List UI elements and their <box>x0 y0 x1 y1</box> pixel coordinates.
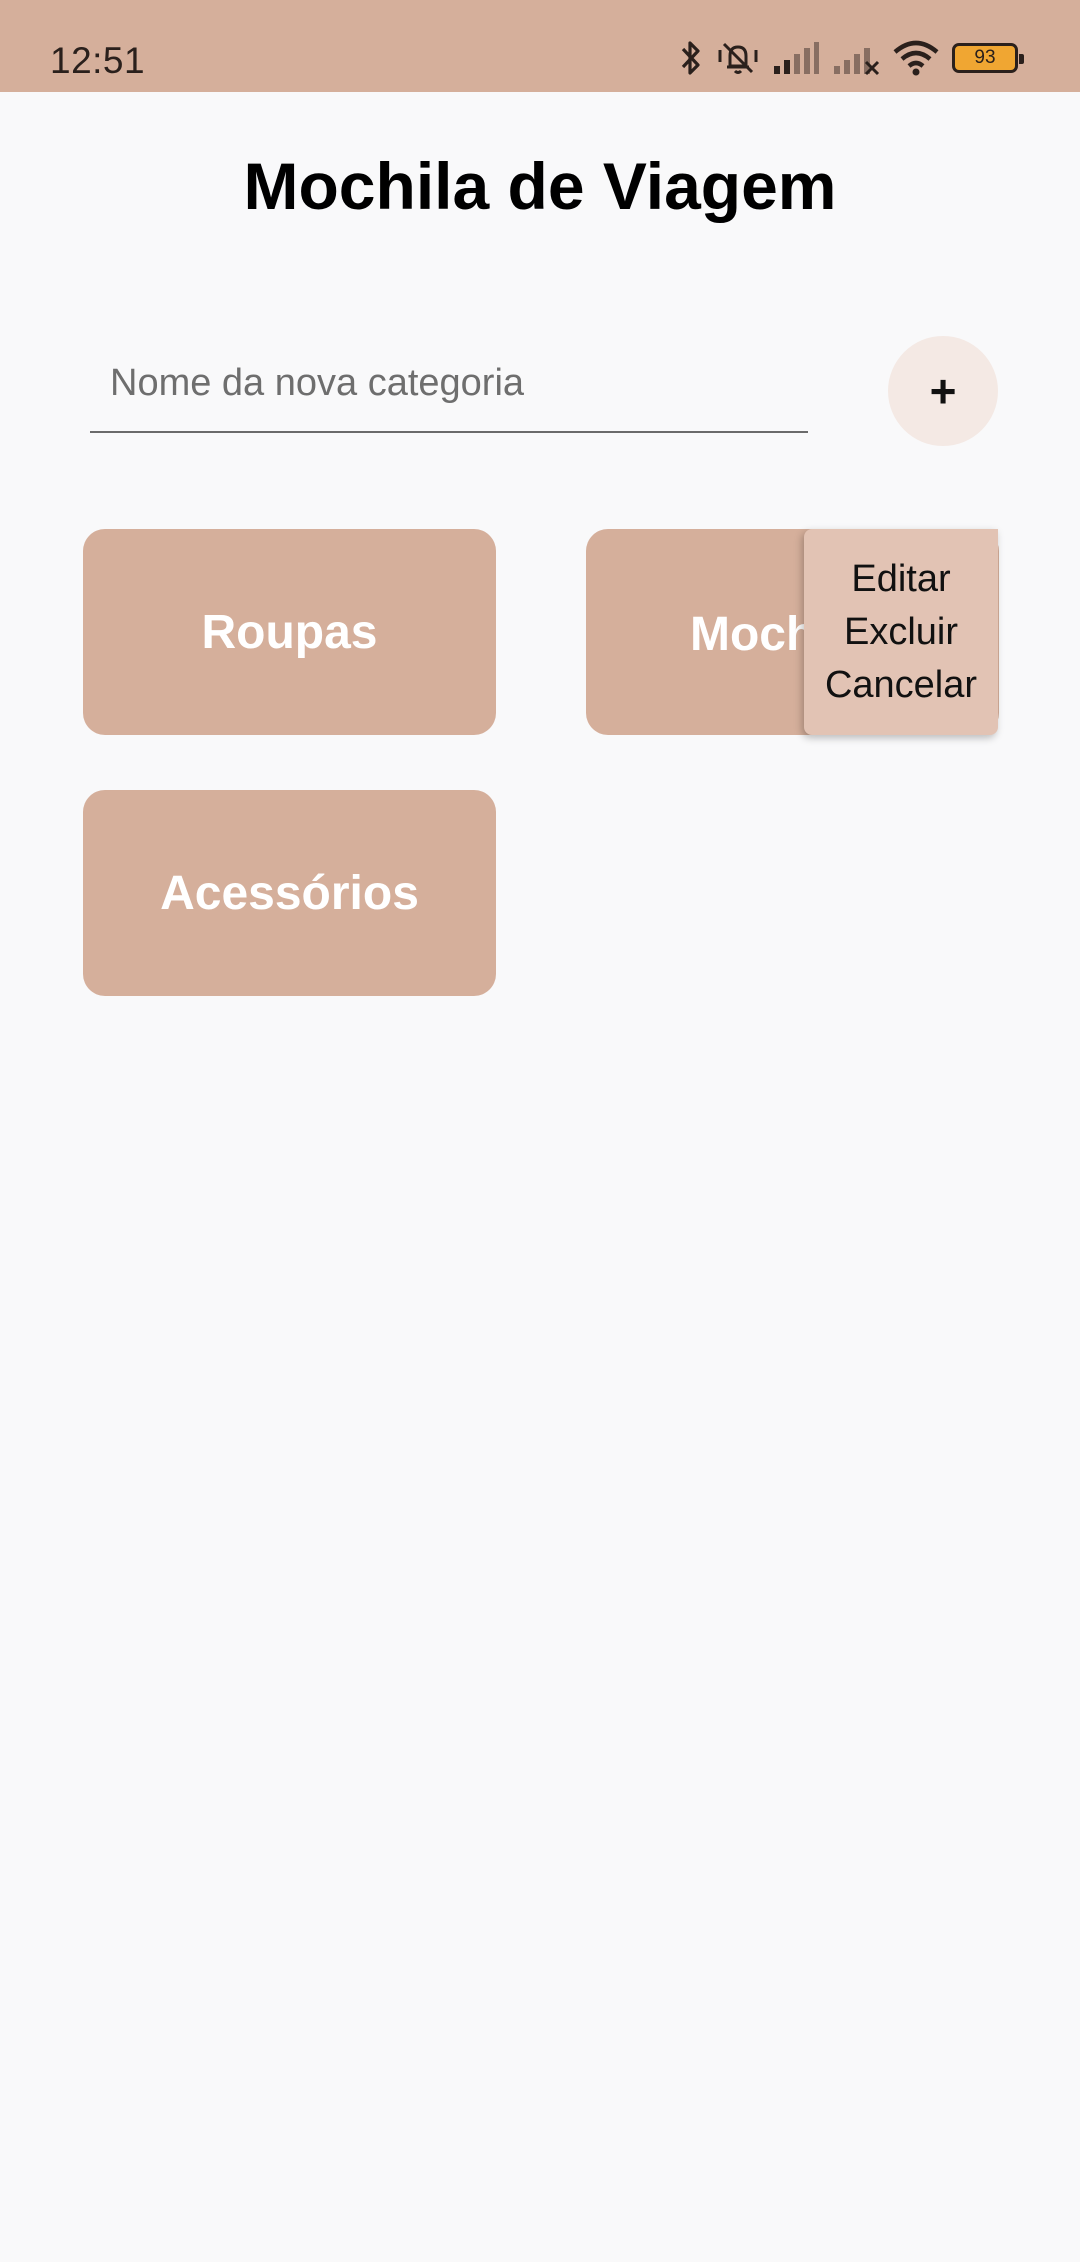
new-category-field <box>90 348 808 433</box>
status-bar: 12:51 93 <box>0 0 1080 92</box>
context-menu: Editar Excluir Cancelar <box>804 529 998 735</box>
page-title: Mochila de Viagem <box>243 149 837 223</box>
status-icons: 93 <box>678 36 1024 80</box>
category-card-roupas[interactable]: Roupas <box>83 529 496 735</box>
category-card-acessorios[interactable]: Acessórios <box>83 790 496 996</box>
wifi-icon <box>893 40 939 76</box>
menu-item-excluir[interactable]: Excluir <box>844 606 958 659</box>
category-card-label: Roupas <box>201 605 378 659</box>
menu-item-editar[interactable]: Editar <box>851 553 950 606</box>
silent-mode-icon <box>718 42 758 74</box>
battery-level: 93 <box>974 47 996 68</box>
bluetooth-icon <box>681 41 700 75</box>
signal-icon <box>774 42 819 74</box>
category-card-label: Acessórios <box>160 866 419 920</box>
status-time: 12:51 <box>50 40 146 81</box>
signal-off-icon <box>834 48 880 76</box>
menu-item-cancelar[interactable]: Cancelar <box>825 659 977 712</box>
new-category-input[interactable] <box>90 348 808 418</box>
plus-icon: + <box>929 365 957 417</box>
battery-icon: 93 <box>952 43 1024 73</box>
add-category-button[interactable]: + <box>888 336 998 446</box>
